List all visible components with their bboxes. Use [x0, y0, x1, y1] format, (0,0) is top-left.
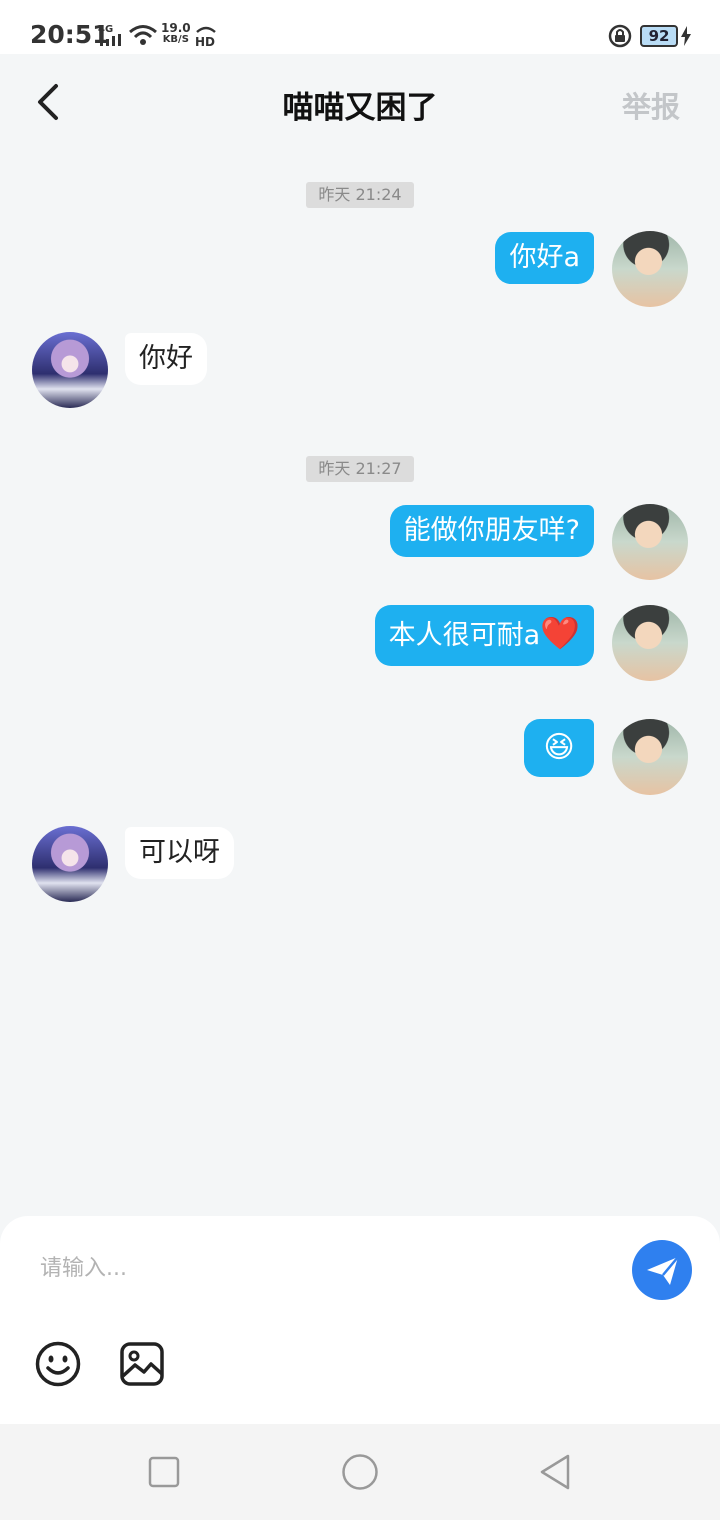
svg-text:HD: HD	[195, 35, 215, 48]
report-button[interactable]: 举报	[622, 84, 680, 126]
emoji-icon[interactable]	[34, 1340, 82, 1388]
network-speed: 19.0 KB/S	[161, 22, 191, 46]
my-avatar[interactable]	[612, 231, 688, 307]
contact-avatar[interactable]	[32, 332, 108, 408]
wifi-icon	[129, 25, 157, 45]
outgoing-message[interactable]: 能做你朋友咩?	[389, 505, 594, 557]
speed-unit: KB/S	[162, 34, 189, 45]
message-timestamp: 昨天 21:27	[306, 456, 414, 482]
chat-title: 喵喵又困了	[282, 90, 438, 126]
outgoing-message[interactable]: 本人很可耐a❤️	[374, 605, 594, 666]
home-icon[interactable]	[340, 1452, 380, 1492]
send-icon	[647, 1256, 679, 1285]
rotation-lock-icon	[608, 24, 632, 48]
message-text: 本人很可耐a	[388, 620, 541, 651]
heart-emoji: ❤️	[540, 614, 580, 652]
send-button[interactable]	[632, 1240, 692, 1300]
input-panel	[0, 1216, 720, 1424]
image-icon[interactable]	[118, 1340, 166, 1388]
status-bar: 20:51 4G 19.0 KB/S HD 92	[0, 0, 720, 54]
system-nav-bar	[0, 1424, 720, 1520]
battery-level: 92	[640, 25, 678, 47]
message-timestamp: 昨天 21:24	[306, 182, 414, 208]
my-avatar[interactable]	[612, 504, 688, 580]
hd-call-icon: HD	[195, 26, 216, 48]
back-icon[interactable]	[536, 1452, 576, 1492]
contact-avatar[interactable]	[32, 826, 108, 902]
incoming-message[interactable]: 可以呀	[125, 827, 234, 879]
my-avatar[interactable]	[612, 719, 688, 795]
recents-icon[interactable]	[144, 1452, 184, 1492]
message-input[interactable]	[40, 1248, 600, 1288]
speed-value: 19.0	[161, 21, 191, 35]
incoming-message[interactable]: 你好	[125, 333, 207, 385]
outgoing-message[interactable]: 你好a	[495, 232, 594, 284]
signal-icon	[100, 34, 121, 46]
charging-icon	[681, 26, 691, 46]
my-avatar[interactable]	[612, 605, 688, 681]
chat-header: 喵喵又困了 举报	[0, 54, 720, 148]
outgoing-emoji-message[interactable]: 😆	[524, 719, 594, 777]
